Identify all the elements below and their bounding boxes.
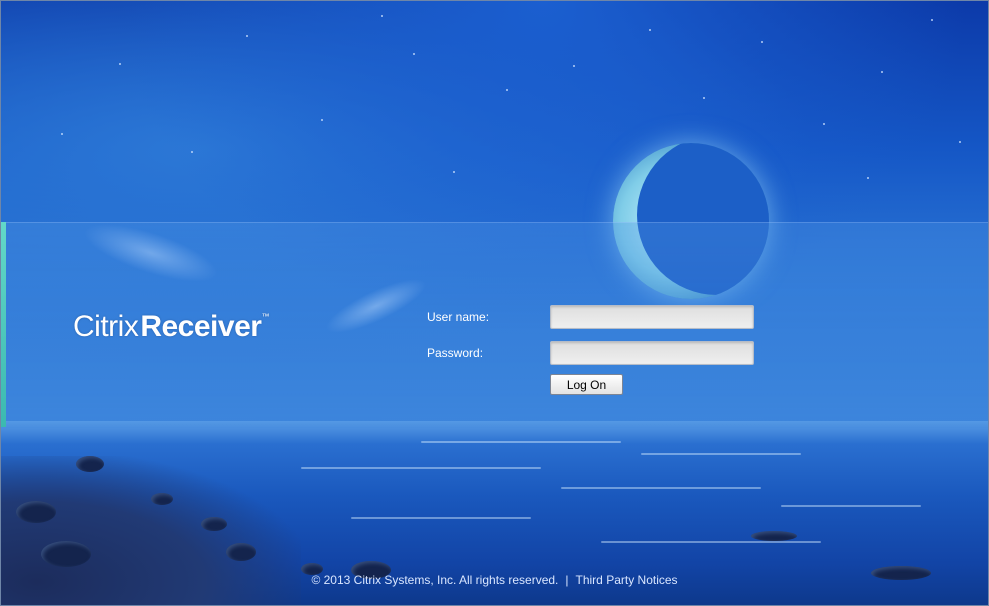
logo-trademark: ™: [261, 312, 269, 321]
logo-citrix-text: Citrix: [73, 310, 139, 343]
password-input[interactable]: [550, 341, 754, 365]
logo-receiver-text: Receiver: [140, 310, 262, 343]
third-party-notices-link[interactable]: Third Party Notices: [576, 573, 678, 587]
log-on-button[interactable]: Log On: [550, 374, 623, 395]
password-label: Password:: [427, 346, 484, 360]
copyright-text: © 2013 Citrix Systems, Inc. All rights r…: [311, 573, 559, 587]
footer: © 2013 Citrix Systems, Inc. All rights r…: [1, 573, 988, 587]
citrix-receiver-logo: CitrixReceiver™: [73, 310, 269, 344]
footer-separator: |: [565, 573, 569, 587]
username-label: User name:: [427, 310, 490, 324]
citrix-receiver-window: CitrixReceiver™ User name: Password: Log…: [0, 0, 989, 606]
login-band-accent: [1, 222, 6, 427]
username-input[interactable]: [550, 305, 754, 329]
